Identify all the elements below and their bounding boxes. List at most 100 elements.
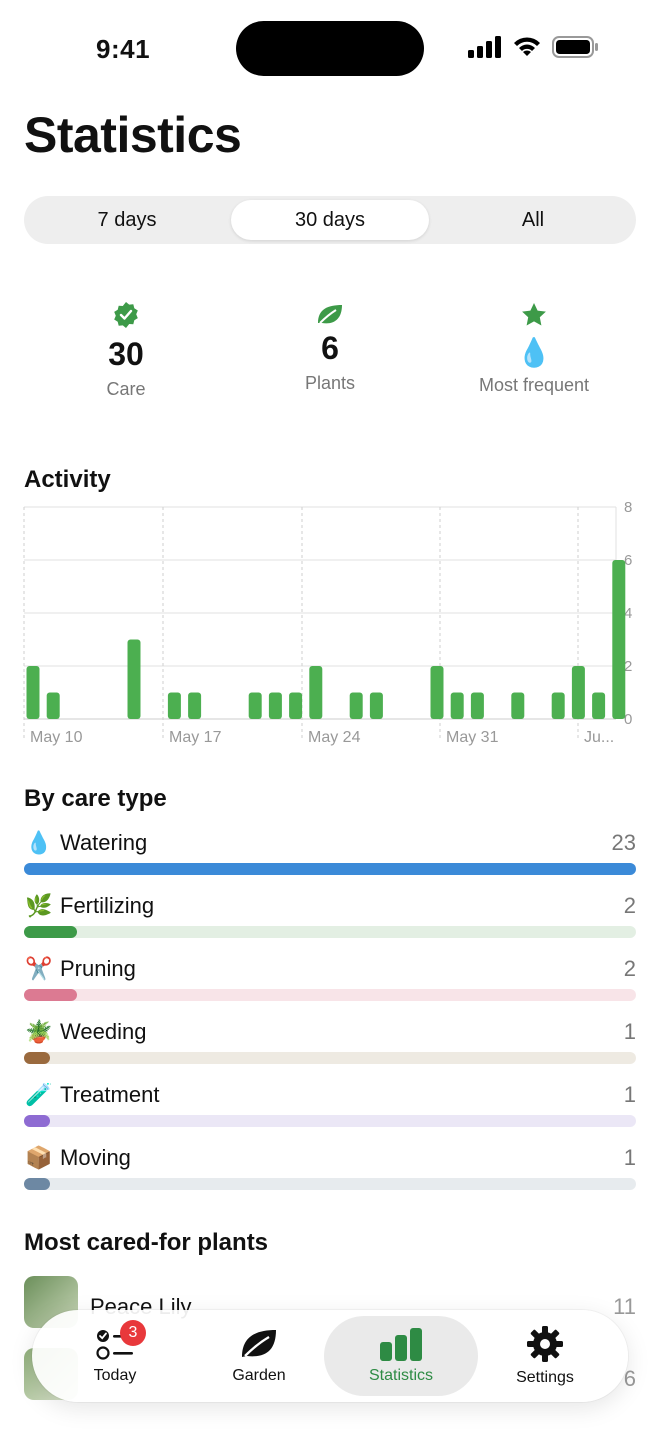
tab-garden[interactable]: Garden [184, 1316, 334, 1396]
status-time: 9:41 [96, 34, 151, 64]
chart-bar [188, 692, 202, 719]
status-icons [468, 36, 598, 58]
care-type-emoji: 🌿 [25, 893, 53, 918]
care-type-bar-track [24, 926, 636, 938]
today-badge: 3 [120, 1320, 146, 1346]
care-type-emoji: 💧 [25, 830, 53, 855]
care-type-emoji: 📦 [25, 1145, 53, 1170]
leaf-icon [318, 305, 342, 324]
tab-bar: 3 Today Garden Statistics Settings [32, 1310, 628, 1402]
tab-settings[interactable]: Settings [470, 1316, 620, 1396]
dynamic-island [236, 21, 424, 76]
chart-bar [349, 692, 363, 719]
care-type-count: 1 [623, 1145, 636, 1170]
care-type-label: Weeding [60, 1019, 147, 1044]
tab-settings-label: Settings [516, 1369, 574, 1386]
chart-bar [167, 692, 181, 719]
chart-bar [26, 666, 40, 719]
care-type-row: 🪴 Weeding 1 [24, 1019, 636, 1079]
chart-bar [551, 692, 565, 719]
chart-bar [612, 560, 626, 719]
summary-most-frequent-label: Most frequent [478, 375, 590, 395]
care-type-count: 2 [623, 956, 636, 981]
care-type-count: 1 [623, 1019, 636, 1044]
care-type-count: 1 [623, 1082, 636, 1107]
care-type-bar-fill [24, 1115, 50, 1127]
cellular-signal-icon [468, 36, 501, 58]
care-type-name: 🌿 Fertilizing [24, 893, 154, 919]
care-type-bar-track [24, 863, 636, 875]
care-type-row: 🧪 Treatment 1 [24, 1082, 636, 1142]
chart-y-tick-label: 8 [624, 500, 632, 516]
summary-care-value: 30 [108, 336, 144, 372]
care-type-name: 📦 Moving [24, 1145, 131, 1171]
summary-most-frequent: 💧 Most frequent [432, 296, 636, 396]
gear-icon [527, 1326, 563, 1362]
activity-title: Activity [24, 466, 111, 493]
care-type-count: 2 [623, 893, 636, 918]
care-type-row: 📦 Moving 1 [24, 1145, 636, 1205]
tab-statistics[interactable]: Statistics [324, 1316, 478, 1396]
care-type-bar-fill [24, 989, 77, 1001]
chart-bar [470, 692, 484, 719]
chart-bar [248, 692, 262, 719]
range-tab-all[interactable]: All [434, 200, 632, 240]
range-segmented-control: 7 days 30 days All [24, 196, 636, 244]
tab-garden-label: Garden [232, 1367, 286, 1384]
chart-x-tick-label: May 17 [169, 729, 222, 746]
care-type-bar-track [24, 1178, 636, 1190]
care-type-row: 🌿 Fertilizing 2 [24, 893, 636, 953]
care-type-bar-fill [24, 863, 636, 875]
leaf-icon [242, 1330, 276, 1357]
tab-today[interactable]: 3 Today [40, 1316, 190, 1396]
wifi-icon [514, 37, 540, 56]
care-type-name: 🪴 Weeding [24, 1019, 146, 1045]
care-type-emoji: ✂️ [25, 956, 53, 981]
care-type-bar-track [24, 1052, 636, 1064]
chart-bar [289, 692, 303, 719]
care-type-bar-fill [24, 926, 77, 938]
summary-care-label: Care [106, 379, 146, 399]
chart-bar [369, 692, 383, 719]
plant-care-count: 11 [613, 1294, 636, 1319]
care-type-bar-fill [24, 1178, 50, 1190]
chart-bar [268, 692, 282, 719]
care-type-count: 23 [611, 830, 636, 855]
verified-badge-icon [114, 302, 138, 328]
star-icon [522, 303, 546, 326]
care-type-label: Watering [60, 830, 148, 855]
care-type-label: Moving [60, 1145, 131, 1170]
chart-x-tick-label: Ju... [584, 729, 614, 746]
chart-bar [450, 692, 464, 719]
care-type-name: 🧪 Treatment [24, 1082, 159, 1108]
chart-bar [592, 692, 606, 719]
tab-today-label: Today [93, 1367, 137, 1384]
care-type-label: Pruning [60, 956, 136, 981]
range-tab-7-days[interactable]: 7 days [28, 200, 226, 240]
care-type-emoji: 🪴 [25, 1019, 53, 1044]
care-type-name: ✂️ Pruning [24, 956, 136, 982]
care-type-bar-track [24, 989, 636, 1001]
battery-icon [552, 36, 598, 58]
summary-stats: 30 Care 6 Plants 💧 Most frequent [24, 296, 636, 416]
chart-bar [46, 692, 60, 719]
care-type-row: ✂️ Pruning 2 [24, 956, 636, 1016]
summary-plants: 6 Plants [228, 296, 432, 394]
status-bar: 9:41 [0, 0, 660, 96]
care-type-label: Fertilizing [60, 893, 155, 918]
chart-bar [309, 666, 323, 719]
summary-most-frequent-value: 💧 [516, 337, 552, 368]
range-tab-30-days[interactable]: 30 days [231, 200, 429, 240]
summary-plants-label: Plants [304, 373, 356, 393]
chart-x-tick-label: May 10 [30, 729, 83, 746]
summary-plants-value: 6 [321, 330, 339, 366]
page-title: Statistics [24, 107, 242, 163]
chart-bar [430, 666, 444, 719]
care-type-bar-fill [24, 1052, 50, 1064]
care-type-row: 💧 Watering 23 [24, 830, 636, 890]
care-type-emoji: 🧪 [25, 1082, 53, 1107]
tab-statistics-label: Statistics [368, 1367, 433, 1384]
chart-x-tick-label: May 31 [446, 729, 499, 746]
care-type-bar-track [24, 1115, 636, 1127]
bar-chart-icon [380, 1328, 422, 1361]
